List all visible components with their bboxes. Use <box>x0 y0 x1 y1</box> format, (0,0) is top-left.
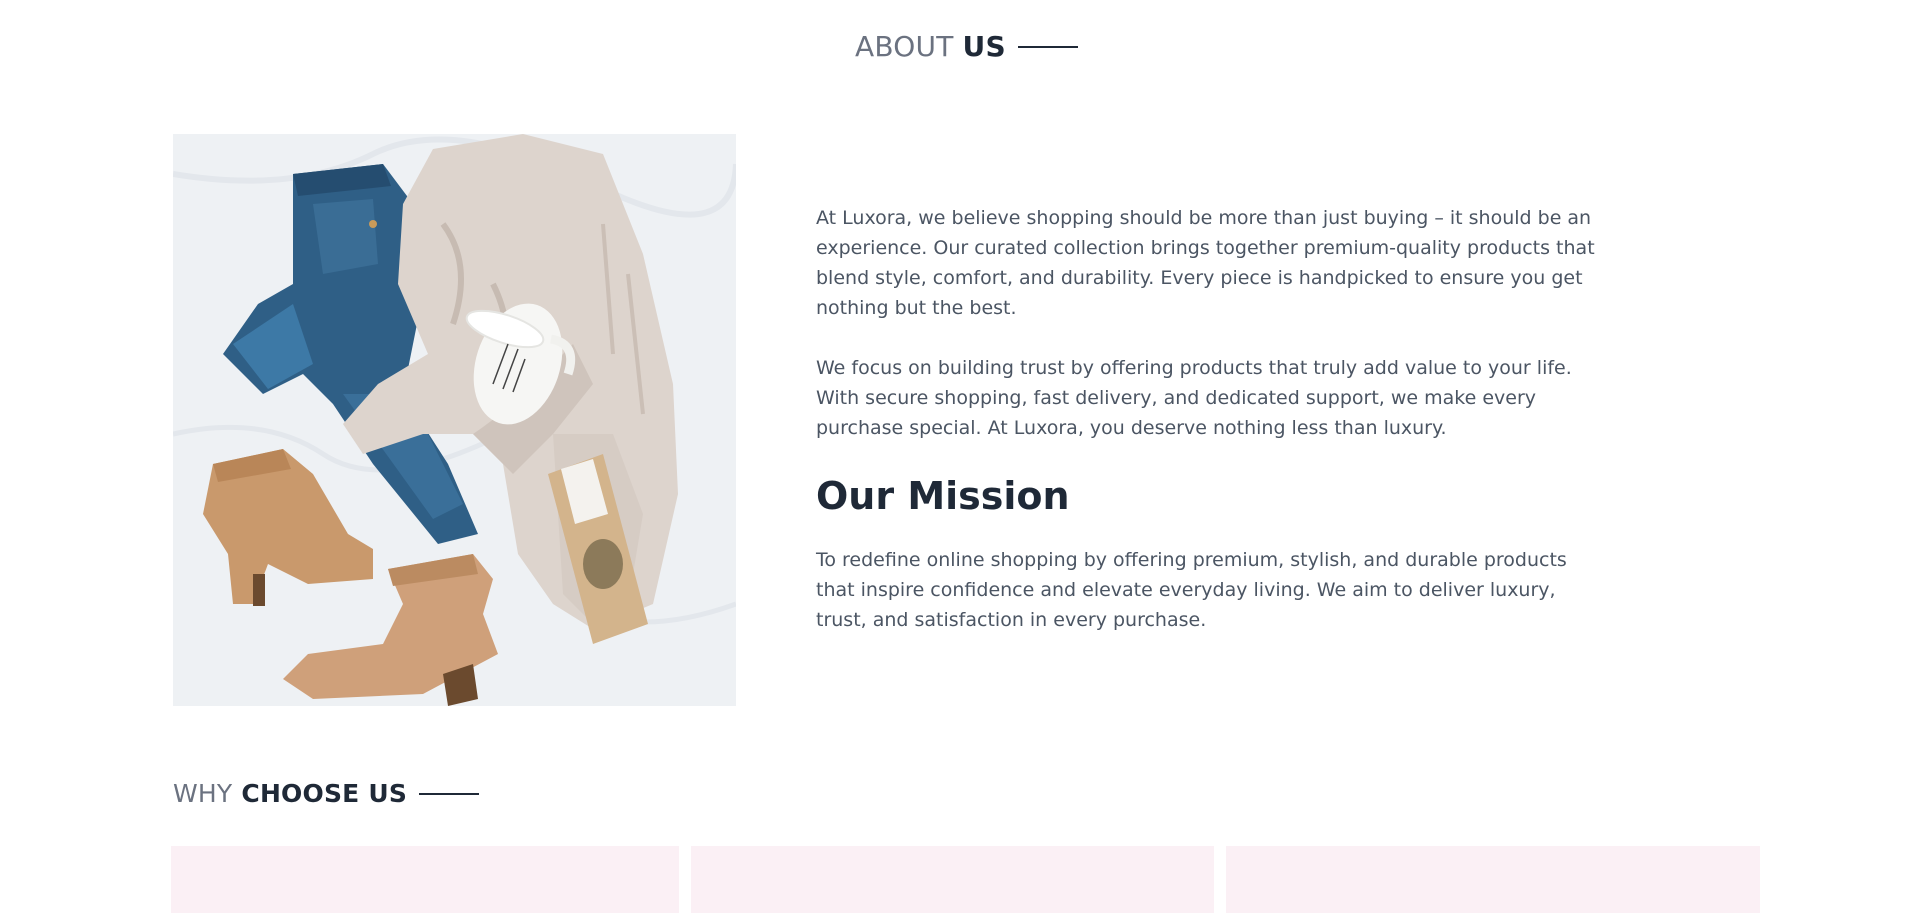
about-text-block: At Luxora, we believe shopping should be… <box>816 203 1606 635</box>
why-card-3 <box>1226 846 1760 913</box>
mission-text: To redefine online shopping by offering … <box>816 549 1567 631</box>
why-section-title: WHY CHOOSE US <box>173 779 480 808</box>
about-section-title: ABOUT US <box>855 30 1078 63</box>
why-title-bold: CHOOSE US <box>241 779 408 808</box>
about-title-light: ABOUT <box>855 30 954 63</box>
about-page: ABOUT US At Luxora, we believe shopping … <box>0 0 1917 913</box>
title-underline-rule <box>419 792 480 795</box>
about-title-bold: US <box>962 30 1006 63</box>
mission-heading: Our Mission <box>816 474 1070 518</box>
why-card-1 <box>171 846 679 913</box>
about-paragraph-1: At Luxora, we believe shopping should be… <box>816 207 1595 319</box>
about-paragraph-2: We focus on building trust by offering p… <box>816 357 1572 439</box>
why-card-2 <box>691 846 1214 913</box>
flat-lay-illustration <box>173 134 736 706</box>
title-underline-rule <box>1017 45 1078 48</box>
about-image <box>173 134 736 706</box>
why-title-light: WHY <box>173 779 233 808</box>
